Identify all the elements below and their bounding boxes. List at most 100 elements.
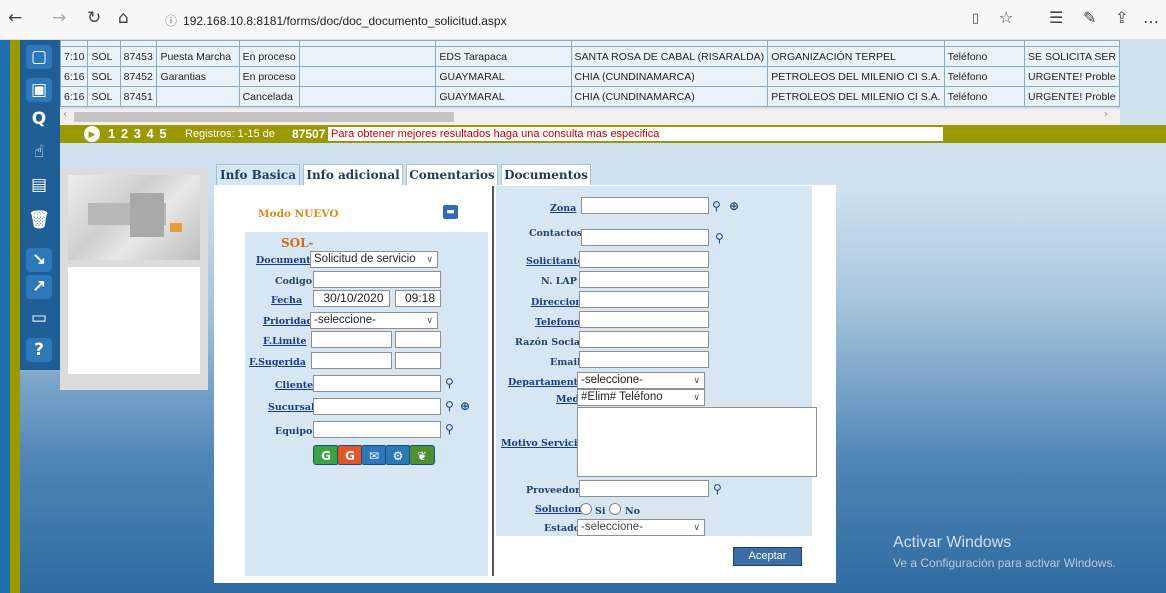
equipment-photo [68,175,200,260]
nlap-input[interactable] [579,271,709,288]
page-links[interactable]: 1 2 3 4 5 [108,126,168,141]
solucion-si-radio[interactable] [580,503,592,515]
share-icon[interactable]: ⇪ [1115,8,1128,27]
medio-select[interactable]: #Elim# Teléfono ∨ [577,389,705,406]
home-icon[interactable]: ⌂ [118,8,129,28]
zoom-search-icon[interactable]: ⊕ [729,199,739,213]
import-icon[interactable]: ↗ [26,275,52,299]
motivo-servicio-label[interactable]: Motivo Servicio [501,438,584,449]
search-icon[interactable]: ⚲ [715,231,724,245]
sucursal-label[interactable]: Sucursal [268,402,315,413]
hora-input[interactable]: 09:18 [395,290,441,307]
help-icon[interactable]: ? [26,338,52,362]
telefono-label[interactable]: Telefono [535,317,580,328]
prioridad-label[interactable]: Prioridad [263,316,313,327]
zoom-search-icon[interactable]: ⊕ [460,399,470,413]
prioridad-select[interactable]: -seleccione- ∨ [310,312,438,329]
fsugerida-label[interactable]: F.Sugerida [249,357,306,368]
table-cell: PETROLEOS DEL MILENIO CI S.A. [767,86,945,107]
table-cell: SOL [87,46,121,67]
solicitante-label[interactable]: Solicitante [526,256,584,267]
razon-social-input[interactable] [579,331,709,348]
fecha-label[interactable]: Fecha [271,295,302,306]
solucion-no-radio[interactable] [609,503,621,515]
cliente-label[interactable]: Cliente [275,380,313,391]
zona-label[interactable]: Zona [550,203,576,214]
fecha-input[interactable]: 30/10/2020 [313,290,390,307]
table-row[interactable]: 6:16 SOL 87451 Cancelada GUAYMARAL CHIA (CUND… [60,86,1120,107]
new-document-icon[interactable]: ▢ [26,45,52,69]
direccion-input[interactable] [579,291,709,308]
flimite-hora-input[interactable] [395,331,441,348]
search-icon[interactable]: ⚲ [712,199,721,213]
telefono-input[interactable] [579,311,709,328]
search-icon[interactable]: ⚲ [445,399,454,413]
table-row[interactable]: 6:16 SOL 87452 Garantias En proceso GUAYMARAL… [60,66,1120,87]
refresh-icon[interactable]: ↻ [87,8,101,28]
solucion-label[interactable]: Solucion [535,504,581,515]
delete-icon[interactable]: 🗑 [26,208,52,232]
scroll-left-icon[interactable]: ‹ [63,109,67,120]
scroll-right-icon[interactable]: › [1104,109,1108,120]
search-icon[interactable]: ⚲ [445,422,454,436]
departamento-label[interactable]: Departamento [508,377,584,388]
table-row[interactable]: 7:10 SOL 87453 Puesta Marcha En proceso EDS T… [60,46,1120,67]
keyboard-icon[interactable]: ▬ [443,205,458,219]
play-icon[interactable]: ▶ [84,126,100,142]
forward-icon[interactable]: → [52,8,66,28]
cliente-input[interactable] [313,375,441,392]
table-cell: URGENTE! Proble [1024,66,1120,87]
print-icon[interactable]: ▤ [26,173,52,197]
save-document-icon[interactable]: ▣ [26,78,52,102]
search-icon[interactable]: Q [26,107,52,131]
flimite-input[interactable] [311,331,392,348]
favorite-star-icon[interactable]: ☆ [999,8,1013,27]
proveedor-label: Proveedor [526,485,581,496]
motivo-servicio-textarea[interactable] [577,407,817,477]
table-cell: CHIA (CUNDINAMARCA) [570,66,769,87]
tab-documentos[interactable]: Documentos [501,164,591,185]
favorites-list-icon[interactable]: ☰ [1049,8,1063,27]
window-icon[interactable]: ▭ [26,306,52,330]
equipo-input[interactable] [313,421,441,438]
back-icon[interactable]: ← [8,8,22,28]
direccion-label[interactable]: Direccion [531,297,582,308]
export-icon[interactable]: ↘ [26,248,52,272]
reading-view-icon[interactable]: ▯ [972,11,979,26]
estado-select[interactable]: -seleccione- ∨ [577,519,705,536]
horizontal-scrollbar[interactable]: ‹ › [60,108,1120,125]
email-input[interactable] [579,351,709,368]
documento-select[interactable]: Solicitud de servicio ∨ [310,251,438,268]
green-g-button[interactable]: G [313,445,339,465]
search-icon[interactable]: ⚲ [445,376,454,390]
sucursal-input[interactable] [313,398,441,415]
tab-comentarios[interactable]: Comentarios [406,164,498,185]
leaf-button[interactable]: ❦ [409,445,435,465]
flimite-label[interactable]: F.Limite [263,336,306,347]
tab-info-adicional[interactable]: Info adicional [303,164,403,185]
fsugerida-input[interactable] [311,352,392,369]
pen-icon[interactable]: ✎ [1083,8,1096,27]
attach-button[interactable]: ✉ [361,445,387,465]
table-cell: Garantias [156,66,240,87]
table-cell: GUAYMARAL [435,66,572,87]
tab-info-basica[interactable]: Info Basica [216,164,300,185]
solicitante-input[interactable] [579,251,709,268]
hand-icon[interactable]: ☝ [26,140,52,164]
codigo-input[interactable] [313,271,441,288]
more-icon[interactable]: … [1143,8,1159,27]
orange-g-button[interactable]: G [337,445,363,465]
address-bar[interactable]: ⓘ 192.168.10.8:8181/forms/doc/doc_documen… [165,12,507,29]
documento-label[interactable]: Documento [256,255,317,266]
tools-button[interactable]: ⚙ [385,445,411,465]
search-icon[interactable]: ⚲ [713,482,722,496]
proveedor-input[interactable] [579,480,709,497]
fsugerida-hora-input[interactable] [395,352,441,369]
table-cell: 7:10 [60,46,89,67]
aceptar-button[interactable]: Aceptar [733,547,802,566]
olive-edge-bar [10,40,20,593]
departamento-select[interactable]: -seleccione- ∨ [577,372,705,389]
contactos-input[interactable] [581,229,709,246]
zona-input[interactable] [581,197,709,214]
scroll-thumb[interactable] [74,112,454,122]
